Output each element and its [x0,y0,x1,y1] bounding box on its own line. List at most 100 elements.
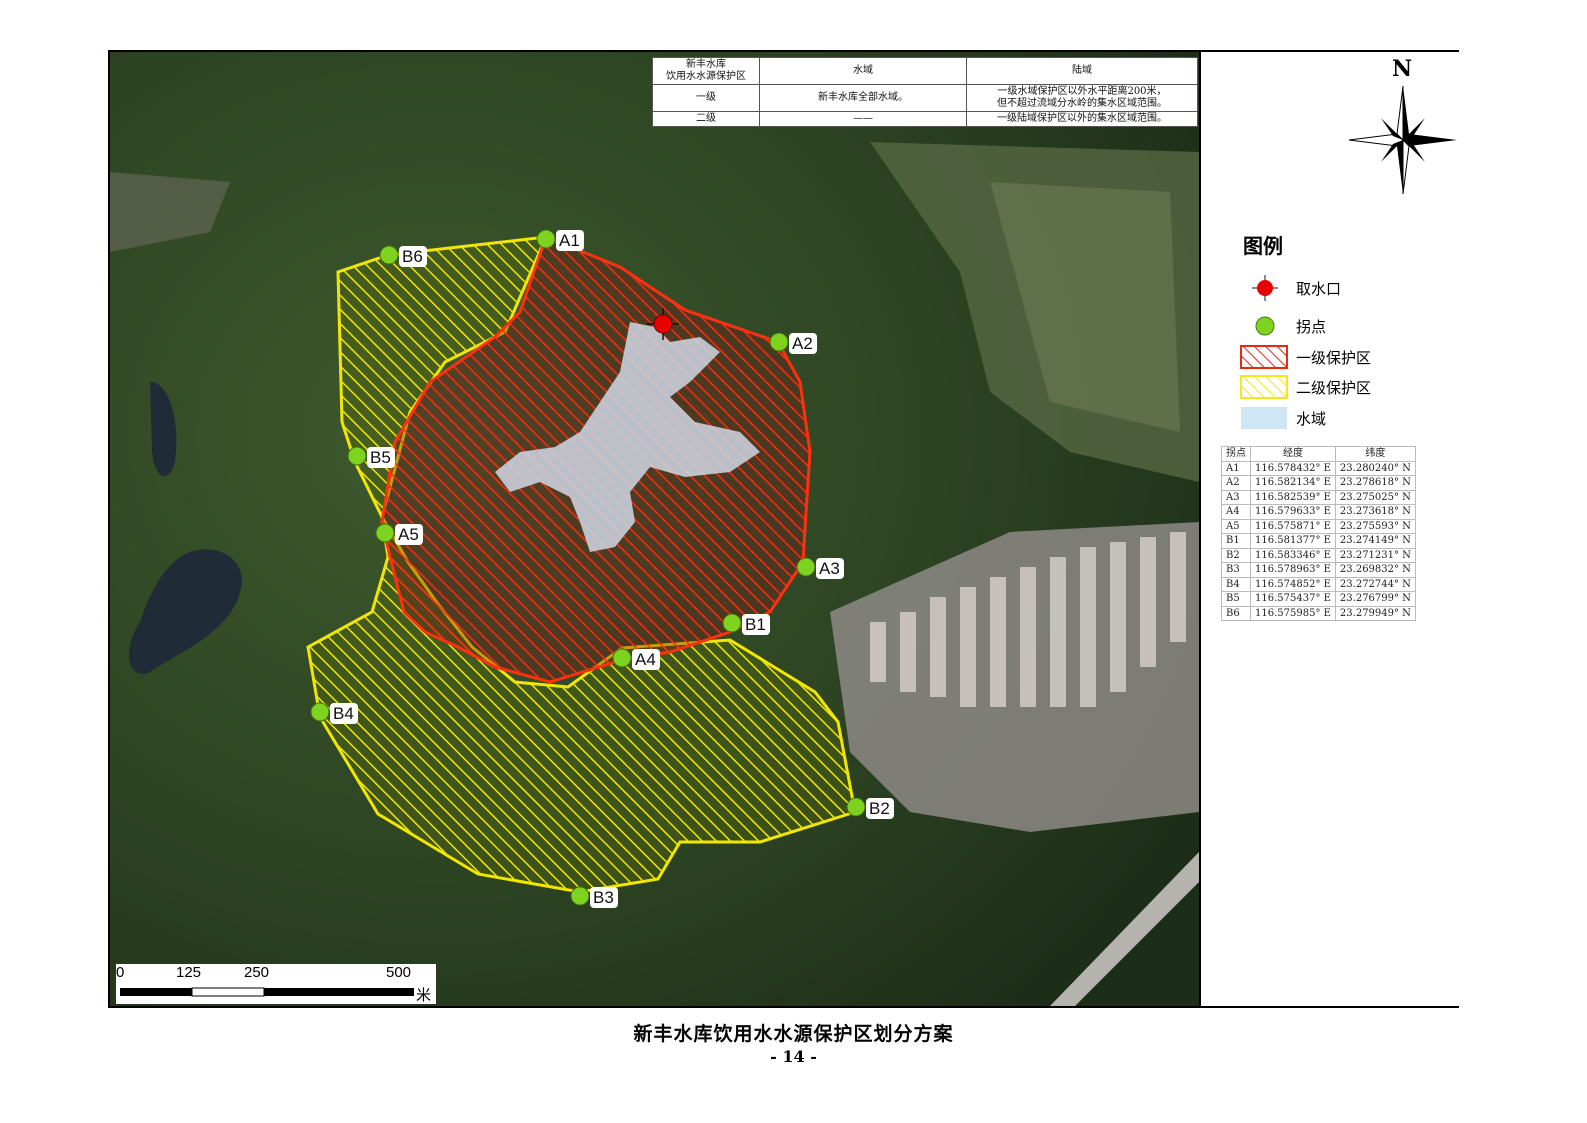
coord-table-row: B1 116.581377° E 23.274149° N [1221,533,1416,549]
turning-point-a4[interactable]: A4 [612,648,660,670]
turning-point-label: B6 [402,247,423,266]
coord-cell: A4 [1221,504,1251,520]
turning-point-a3[interactable]: A3 [796,557,844,579]
legend-label: 一级保护区 [1296,348,1372,367]
coord-cell: 23.269832° N [1334,562,1416,578]
turning-point-marker[interactable] [796,557,816,577]
coord-cell: B6 [1221,605,1251,621]
coord-table-row: A2 116.582134° E 23.278618° N [1221,475,1416,491]
turning-point-label: A5 [398,525,419,544]
coord-cell: 23.275593° N [1334,518,1416,534]
coord-cell: 23.278618° N [1334,475,1416,491]
coord-cell: 23.275025° N [1334,489,1416,505]
legend-item-water-intake: 取水口 [1240,275,1341,301]
coord-cell: B3 [1221,562,1251,578]
coord-header-longitude: 经度 [1250,446,1336,462]
scale-tick-label: 0 [116,964,125,981]
legend-title: 图例 [1243,234,1283,258]
turning-point-marker[interactable] [769,332,789,352]
turning-point-b5[interactable]: B5 [347,446,395,468]
turning-point-b1[interactable]: B1 [722,613,770,635]
coord-cell: 116.582539° E [1250,489,1336,505]
definition-header-water: 水域 [759,57,967,85]
turning-point-label: B3 [593,888,614,907]
coord-cell: B5 [1221,591,1251,607]
coord-cell: 23.279949° N [1334,605,1416,621]
turning-point-a2[interactable]: A2 [769,332,817,354]
coord-cell: B4 [1221,576,1251,592]
coord-cell: 116.581377° E [1250,533,1336,549]
coord-cell: 23.272744° N [1334,576,1416,592]
legend-label: 二级保护区 [1296,378,1372,397]
turning-point-label: A4 [635,650,656,669]
legend-label: 拐点 [1296,317,1327,336]
coord-cell: 116.575437° E [1250,591,1336,607]
scale-bar: 0 125 250 500 米 [116,964,436,1004]
turning-point-marker[interactable] [722,613,742,633]
page-title: 新丰水库饮用水水源保护区划分方案 [633,1023,954,1045]
coord-cell: 23.280240° N [1334,460,1416,476]
coord-table-row: A4 116.579633° E 23.273618° N [1221,504,1416,520]
legend-label: 取水口 [1296,279,1342,298]
coord-cell: A2 [1221,475,1251,491]
water-intake-icon [1240,275,1290,301]
coord-cell: 23.274149° N [1334,533,1416,549]
map-canvas: A1 A2 A3 A4 A5 B1 B2 B3 B4 B5 B6 [110,52,1199,1006]
turning-point-coordinate-table: 拐点 经度 纬度 A1 116.578432° E 23.280240° N A2 11… [1221,446,1416,621]
legend-item-secondary-zone: 二级保护区 [1240,374,1371,400]
definition-cell: 二级 [652,111,760,127]
scale-tick-label: 125 [176,964,202,981]
coord-header-point: 拐点 [1221,446,1251,462]
definition-header-land: 陆域 [966,57,1198,85]
turning-point-marker[interactable] [347,446,367,466]
definition-row-secondary: 二级 —— 一级陆域保护区以外的集水区域范围。 [652,111,1198,127]
turning-point-b3[interactable]: B3 [570,886,618,908]
turning-point-marker[interactable] [612,648,632,668]
coord-table-row: B4 116.574852° E 23.272744° N [1221,576,1416,592]
turning-point-label: B4 [333,704,354,723]
turning-point-label: A1 [559,231,580,250]
coord-table-row: B6 116.575985° E 23.279949° N [1221,605,1416,621]
coord-cell: 116.574852° E [1250,576,1336,592]
turning-point-marker[interactable] [536,229,556,249]
primary-zone-hatch-icon [1240,344,1290,370]
legend-item-water: 水域 [1240,405,1326,431]
turning-point-marker[interactable] [570,886,590,906]
turning-point-b6[interactable]: B6 [379,245,427,267]
coord-cell: 116.583346° E [1250,547,1336,563]
coord-table-row: B5 116.575437° E 23.276799° N [1221,591,1416,607]
definition-cell: 新丰水库全部水域。 [759,84,967,112]
turning-point-marker[interactable] [375,523,395,543]
coord-cell: 23.276799° N [1334,591,1416,607]
secondary-zone-hatch-icon [1240,374,1290,400]
satellite-map[interactable]: A1 A2 A3 A4 A5 B1 B2 B3 B4 B5 B6 新丰水库 饮用水水源保护区 水域 … [110,52,1199,1006]
turning-point-icon [1240,313,1290,339]
coord-table-row: A5 116.575871° E 23.275593° N [1221,518,1416,534]
legend-label: 水域 [1296,409,1327,428]
turning-point-label: B1 [745,615,766,634]
turning-point-marker[interactable] [846,797,866,817]
coord-cell: 116.575871° E [1250,518,1336,534]
scale-bar-graphic [120,987,414,997]
turning-point-a1[interactable]: A1 [536,229,584,251]
definition-cell: 一级水域保护区以外水平距离200米， 但不超过流域分水岭的集水区域范围。 [966,84,1198,112]
coord-table-row: A3 116.582539° E 23.275025° N [1221,489,1416,505]
turning-point-marker[interactable] [379,245,399,265]
definition-cell: —— [759,111,967,127]
legend-item-primary-zone: 一级保护区 [1240,344,1371,370]
turning-point-b2[interactable]: B2 [846,797,894,819]
coord-cell: 116.579633° E [1250,504,1336,520]
turning-point-label: B2 [869,799,890,818]
turning-point-a5[interactable]: A5 [375,523,423,545]
map-frame: A1 A2 A3 A4 A5 B1 B2 B3 B4 B5 B6 新丰水库 饮用水水源保护区 水域 … [108,50,1459,1008]
turning-point-label: A2 [792,334,813,353]
page-number: - 14 - [770,1047,817,1066]
coord-header-latitude: 纬度 [1334,446,1416,462]
definition-header-zone: 新丰水库 饮用水水源保护区 [652,57,760,85]
legend-item-turning-point: 拐点 [1240,313,1326,339]
turning-point-b4[interactable]: B4 [310,702,358,724]
north-arrow: N [1343,56,1463,206]
coord-table-row: B2 116.583346° E 23.271231° N [1221,547,1416,563]
turning-point-marker[interactable] [310,702,330,722]
coord-cell: 23.271231° N [1334,547,1416,563]
